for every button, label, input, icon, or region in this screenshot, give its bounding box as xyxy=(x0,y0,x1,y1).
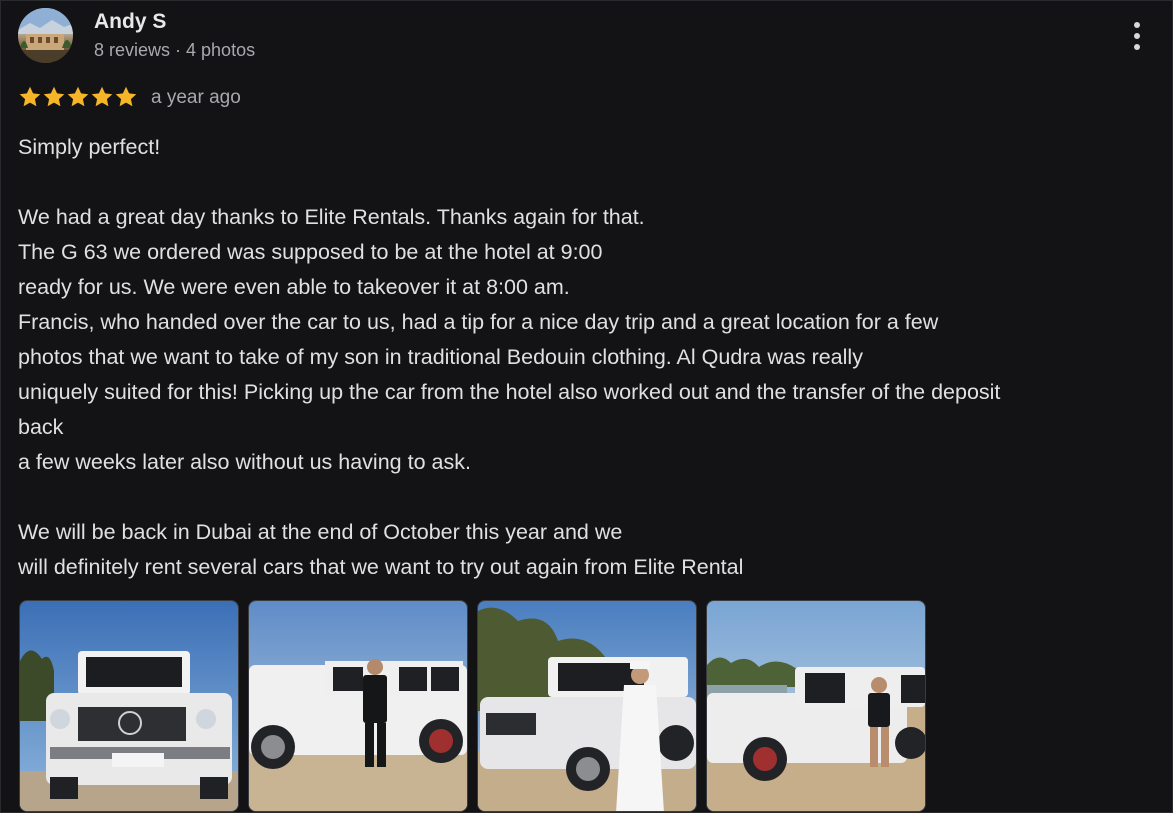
review-text-line xyxy=(18,165,1163,200)
review-text-line: back xyxy=(18,415,64,439)
star-icon xyxy=(115,86,137,107)
review-text-line: photos that we want to take of my son in… xyxy=(18,345,863,369)
review-text-line: Simply perfect! xyxy=(18,135,161,159)
review-photo-3[interactable] xyxy=(477,600,697,812)
star-icon xyxy=(91,86,113,107)
review-text-line xyxy=(18,480,1163,515)
star-icon xyxy=(43,86,65,107)
reviewer-stats: 8 reviews · 4 photos xyxy=(94,40,256,60)
review-photo-1[interactable] xyxy=(19,600,239,812)
review-text-line: uniquely suited for this! Picking up the… xyxy=(18,380,1001,404)
star-rating xyxy=(18,85,138,109)
review-text-line: will definitely rent several cars that w… xyxy=(18,555,744,579)
review-text: Simply perfect! We had a great day thanks… xyxy=(18,130,1163,585)
review-text-line: We will be back in Dubai at the end of O… xyxy=(18,520,623,544)
star-icon xyxy=(19,86,41,107)
review-text-line: Francis, who handed over the car to us, … xyxy=(18,310,939,334)
reviewer-avatar[interactable] xyxy=(18,8,73,63)
review-text-line: We had a great day thanks to Elite Renta… xyxy=(18,205,645,229)
review-text-line: The G 63 we ordered was supposed to be a… xyxy=(18,240,603,264)
review-text-line: a few weeks later also without us having… xyxy=(18,450,471,474)
review-photos xyxy=(19,600,926,812)
more-options-icon[interactable] xyxy=(1123,19,1153,53)
review-card: Andy S 8 reviews · 4 photos a year ago S… xyxy=(0,0,1173,813)
review-photo-2[interactable] xyxy=(248,600,468,812)
star-icon xyxy=(67,86,89,107)
review-time: a year ago xyxy=(151,87,241,108)
review-photo-4[interactable] xyxy=(706,600,926,812)
reviewer-name[interactable]: Andy S xyxy=(94,10,166,34)
review-text-line: ready for us. We were even able to takeo… xyxy=(18,275,570,299)
